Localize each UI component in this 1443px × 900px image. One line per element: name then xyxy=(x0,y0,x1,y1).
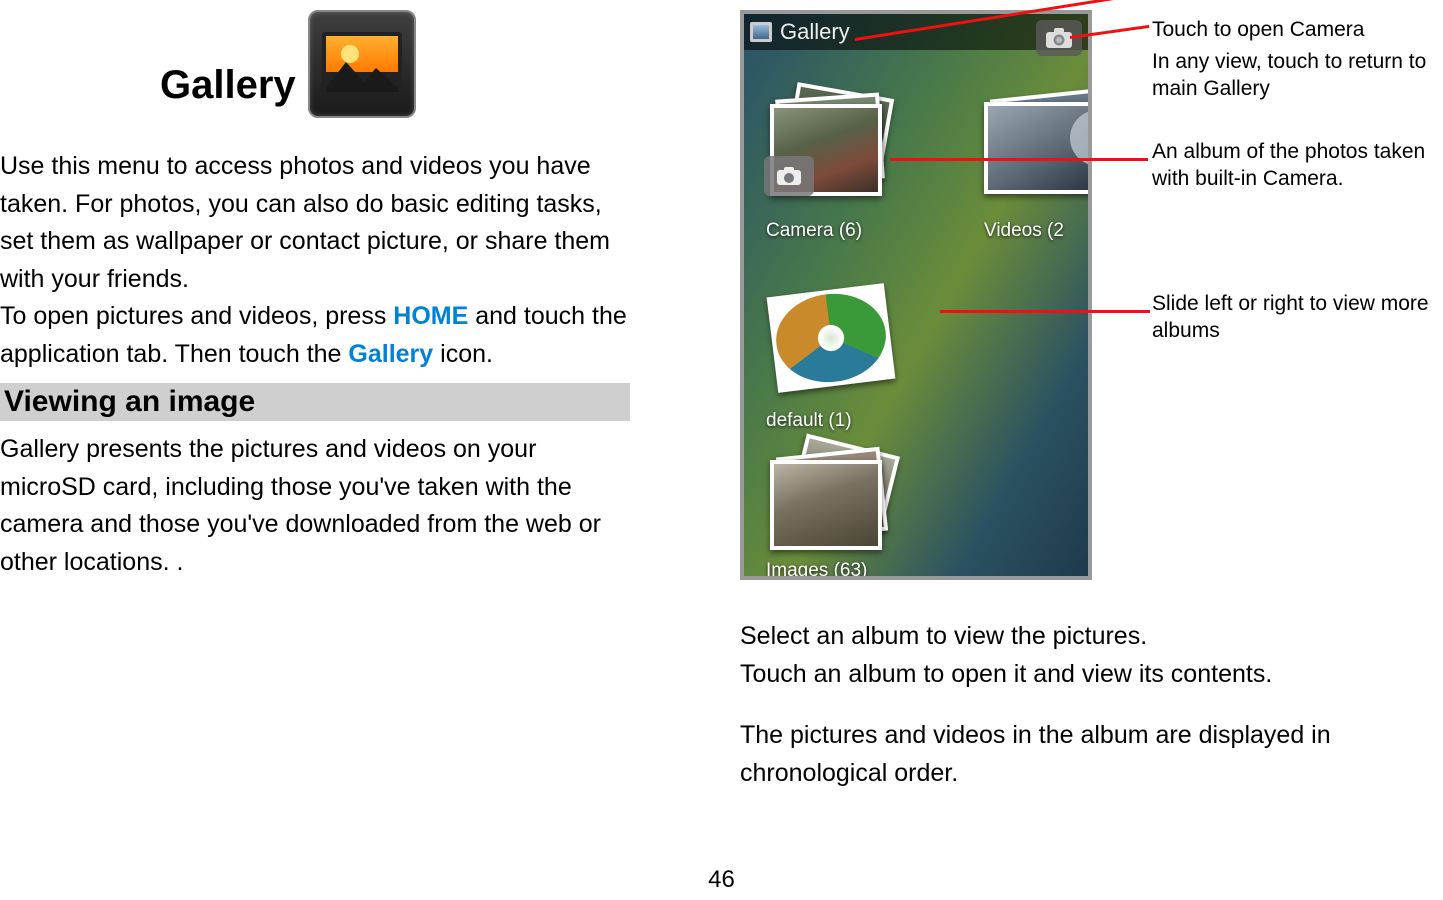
phone-screenshot: Gallery Camera (6) xyxy=(740,10,1092,580)
page-number: 46 xyxy=(708,866,735,894)
picture-icon xyxy=(750,22,772,42)
right-column-text: Select an album to view the pictures. To… xyxy=(740,618,1440,792)
page-title: Gallery xyxy=(160,63,296,118)
camera-badge-icon xyxy=(764,156,814,196)
intro-paragraph-2: To open pictures and videos, press HOME … xyxy=(0,298,630,373)
gallery-keyword: Gallery xyxy=(348,340,433,368)
album-camera-label: Camera (6) xyxy=(766,220,916,242)
section1-paragraph: Gallery presents the pictures and videos… xyxy=(0,431,630,581)
annotation-album-camera: An album of the photos taken with built-… xyxy=(1152,138,1443,193)
annotation-line xyxy=(940,310,1150,313)
phone-header-title[interactable]: Gallery xyxy=(780,19,850,45)
intro-paragraph-1: Use this menu to access photos and video… xyxy=(0,148,630,298)
album-default[interactable]: default (1) xyxy=(766,274,916,432)
album-images-label: Images (63) xyxy=(766,560,916,580)
annotation-slide: Slide left or right to view more albums xyxy=(1152,290,1443,345)
album-videos-label: Videos (2 xyxy=(984,220,1092,242)
annotation-line xyxy=(890,158,1148,161)
album-camera[interactable]: Camera (6) xyxy=(766,84,916,242)
album-default-label: default (1) xyxy=(766,410,916,432)
album-images[interactable]: Images (63) xyxy=(766,444,916,580)
home-keyword: HOME xyxy=(393,302,468,330)
section-heading-viewing-image: Viewing an image xyxy=(0,383,630,421)
album-videos[interactable]: Videos (2 xyxy=(984,84,1092,242)
annotation-return-gallery: In any view, touch to return to main Gal… xyxy=(1152,48,1443,103)
annotation-open-camera: Touch to open Camera xyxy=(1152,16,1443,43)
gallery-app-icon xyxy=(308,10,416,118)
